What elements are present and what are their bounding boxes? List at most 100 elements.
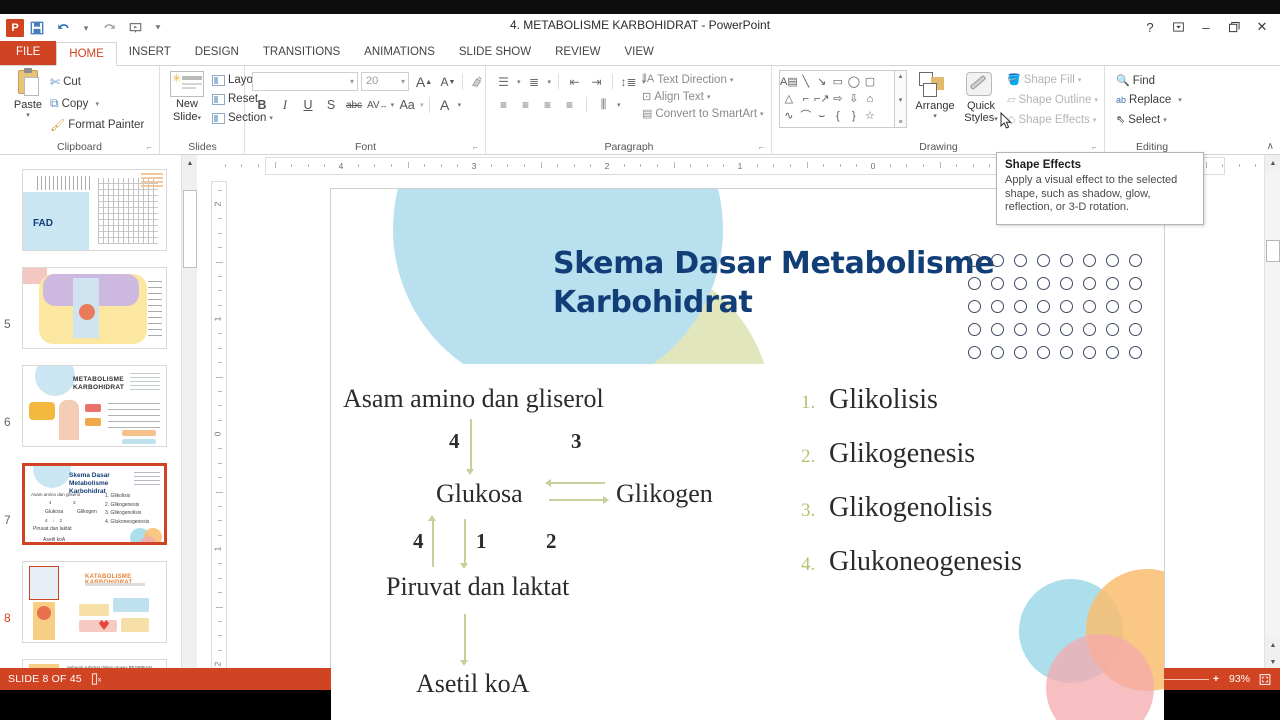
- format-painter-button[interactable]: 🖌 Format Painter: [48, 117, 146, 133]
- gallery-more-icon[interactable]: ≡: [898, 119, 902, 126]
- align-right-icon[interactable]: ≡: [539, 97, 556, 112]
- align-center-icon[interactable]: ≡: [517, 97, 534, 112]
- tab-view[interactable]: VIEW: [612, 41, 665, 65]
- decrease-indent-icon[interactable]: ⇤: [566, 74, 583, 89]
- font-dialog-launcher-icon[interactable]: ⌐: [473, 143, 482, 152]
- help-icon[interactable]: ?: [1136, 16, 1164, 38]
- shape-textbox-icon[interactable]: A▤: [780, 74, 798, 90]
- increase-indent-icon[interactable]: ⇥: [588, 74, 605, 89]
- columns-dropdown-arrow-icon[interactable]: ▾: [617, 101, 621, 109]
- scroll-up-icon[interactable]: ▲: [1265, 155, 1280, 171]
- zoom-in-button[interactable]: +: [1209, 668, 1223, 690]
- shapes-gallery[interactable]: A▤ ╲ ↘ ▭ ◯ ▢ △ ⌐ ⌐↗ ⇨ ⇩ ⌂ ∿ ⌒ ⌣ { } ☆: [779, 70, 895, 128]
- italic-button[interactable]: I: [275, 95, 295, 115]
- thumbnail-slide-7[interactable]: METABOLISME KARBOHIDRAT: [22, 365, 167, 447]
- character-spacing-dropdown-arrow-icon[interactable]: ▾: [391, 101, 395, 109]
- vertical-ruler[interactable]: 2 1 0 1 2: [211, 181, 227, 681]
- thumbnail-slide-8[interactable]: Skema Dasar Metabolisme Karbohidrat Asam…: [22, 463, 167, 545]
- close-icon[interactable]: ✕: [1248, 16, 1276, 38]
- text-direction-button[interactable]: ⦀A Text Direction ▾: [642, 73, 764, 86]
- bold-button[interactable]: B: [252, 95, 272, 115]
- thumbnail-pane-scrollbar[interactable]: ▲ ▼: [181, 155, 198, 687]
- proofing-icon[interactable]: x: [82, 668, 113, 690]
- bullets-dropdown-arrow-icon[interactable]: ▾: [517, 78, 521, 86]
- shape-elbow-connector-icon[interactable]: ⌐: [803, 91, 809, 107]
- clipboard-dialog-launcher-icon[interactable]: ⌐: [147, 143, 156, 152]
- zoom-level-label[interactable]: 93%: [1223, 668, 1256, 690]
- previous-slide-icon[interactable]: ▲: [1265, 637, 1280, 653]
- shape-right-brace-icon[interactable]: }: [852, 108, 856, 124]
- shape-elbow-arrow-icon[interactable]: ⌐↗: [814, 91, 830, 107]
- font-size-dropdown-arrow-icon[interactable]: ▾: [401, 77, 405, 86]
- select-dropdown-arrow-icon[interactable]: ▾: [1163, 116, 1167, 124]
- line-spacing-icon[interactable]: ↕≣: [620, 74, 637, 89]
- decrease-font-size-icon[interactable]: A ▼: [438, 72, 458, 92]
- ribbon-display-options-icon[interactable]: [1164, 16, 1192, 38]
- tab-file[interactable]: FILE: [0, 41, 57, 65]
- replace-dropdown-arrow-icon[interactable]: ▾: [1178, 96, 1182, 104]
- tab-insert[interactable]: INSERT: [117, 41, 183, 65]
- tab-home[interactable]: HOME: [56, 42, 117, 66]
- shape-effects-button[interactable]: ◇ Shape Effects ▾: [1005, 112, 1100, 127]
- shapes-gallery-scroll[interactable]: ▴ ▾ ≡: [895, 70, 907, 128]
- find-button[interactable]: 🔍 Find: [1114, 73, 1184, 88]
- arrange-button[interactable]: Arrange ▾: [913, 70, 957, 120]
- shape-fill-button[interactable]: 🪣 Shape Fill ▾: [1005, 72, 1100, 87]
- character-spacing-button[interactable]: AV ↔: [367, 95, 388, 115]
- restore-icon[interactable]: [1220, 16, 1248, 38]
- paragraph-dialog-launcher-icon[interactable]: ⌐: [759, 143, 768, 152]
- arrange-dropdown-arrow-icon[interactable]: ▾: [913, 112, 957, 120]
- tab-animations[interactable]: ANIMATIONS: [352, 41, 447, 65]
- numbering-icon[interactable]: ≣: [526, 74, 543, 89]
- increase-font-size-icon[interactable]: A ▲: [414, 72, 434, 92]
- drawing-dialog-launcher-icon[interactable]: ⌐: [1092, 143, 1101, 152]
- thumbnail-scroll-thumb[interactable]: [183, 190, 197, 268]
- shape-rectangle-icon[interactable]: ▭: [833, 74, 843, 90]
- font-size-input[interactable]: 20 ▾: [361, 72, 409, 91]
- tab-design[interactable]: DESIGN: [183, 41, 251, 65]
- thumbnail-scroll-up-icon[interactable]: ▲: [182, 155, 198, 171]
- select-button[interactable]: ⇖ Select ▾: [1114, 112, 1184, 127]
- fit-slide-to-window-button[interactable]: [1256, 668, 1280, 690]
- replace-button[interactable]: ab Replace ▾: [1114, 93, 1184, 107]
- align-text-button[interactable]: ⊡ Align Text ▾: [642, 90, 764, 104]
- tab-transitions[interactable]: TRANSITIONS: [251, 41, 352, 65]
- text-shadow-button[interactable]: S: [321, 95, 341, 115]
- scroll-thumb[interactable]: [1266, 240, 1280, 262]
- slide-canvas[interactable]: Skema Dasar Metabolisme Karbohidrat Asam…: [330, 188, 1165, 720]
- thumbnail-slide-6[interactable]: [22, 267, 167, 349]
- slide-area-scrollbar[interactable]: ▲ ▲ ▼ ▼: [1264, 155, 1280, 687]
- convert-to-smartart-button[interactable]: ▤ Convert to SmartArt ▾: [642, 107, 764, 121]
- tab-review[interactable]: REVIEW: [543, 41, 612, 65]
- shape-freeform-icon[interactable]: ∿: [784, 108, 793, 124]
- shape-arc-icon[interactable]: ⌣: [818, 108, 825, 124]
- gallery-scroll-up-icon[interactable]: ▴: [899, 72, 903, 80]
- gallery-scroll-down-icon[interactable]: ▾: [899, 96, 903, 104]
- shape-down-arrow-icon[interactable]: ⇩: [849, 91, 858, 107]
- shape-right-arrow-icon[interactable]: ⇨: [833, 91, 842, 107]
- shape-curve-icon[interactable]: ⌒: [800, 108, 811, 124]
- shape-star-icon[interactable]: ☆: [865, 108, 875, 124]
- thumbnail-slide-5[interactable]: FAD: [22, 169, 167, 251]
- font-color-dropdown-arrow-icon[interactable]: ▾: [458, 101, 462, 109]
- new-slide-button[interactable]: ✳ New Slide▾: [165, 71, 209, 123]
- justify-icon[interactable]: ≡: [561, 97, 578, 112]
- quick-styles-button[interactable]: Quick Styles▾: [959, 70, 1003, 124]
- change-case-button[interactable]: Aa: [397, 95, 417, 115]
- font-color-button[interactable]: A: [435, 95, 455, 115]
- strikethrough-button[interactable]: abc: [344, 95, 364, 115]
- shape-oval-icon[interactable]: ◯: [848, 74, 860, 90]
- paste-button[interactable]: Paste ▾: [8, 68, 48, 119]
- copy-dropdown-arrow-icon[interactable]: ▾: [95, 100, 99, 108]
- minimize-icon[interactable]: –: [1192, 16, 1220, 38]
- clear-all-formatting-icon[interactable]: [467, 72, 487, 92]
- shape-arrow-icon[interactable]: ↘: [817, 74, 826, 90]
- shape-pentagon-icon[interactable]: ⌂: [867, 91, 874, 107]
- tab-slide-show[interactable]: SLIDE SHOW: [447, 41, 543, 65]
- shape-outline-button[interactable]: ▱ Shape Outline ▾: [1005, 92, 1100, 107]
- numbering-dropdown-arrow-icon[interactable]: ▾: [548, 78, 552, 86]
- align-left-icon[interactable]: ≡: [495, 97, 512, 112]
- change-case-dropdown-arrow-icon[interactable]: ▾: [420, 101, 424, 109]
- collapse-ribbon-icon[interactable]: ∧: [1267, 141, 1274, 152]
- copy-button[interactable]: ⧉ Copy ▾: [48, 95, 146, 112]
